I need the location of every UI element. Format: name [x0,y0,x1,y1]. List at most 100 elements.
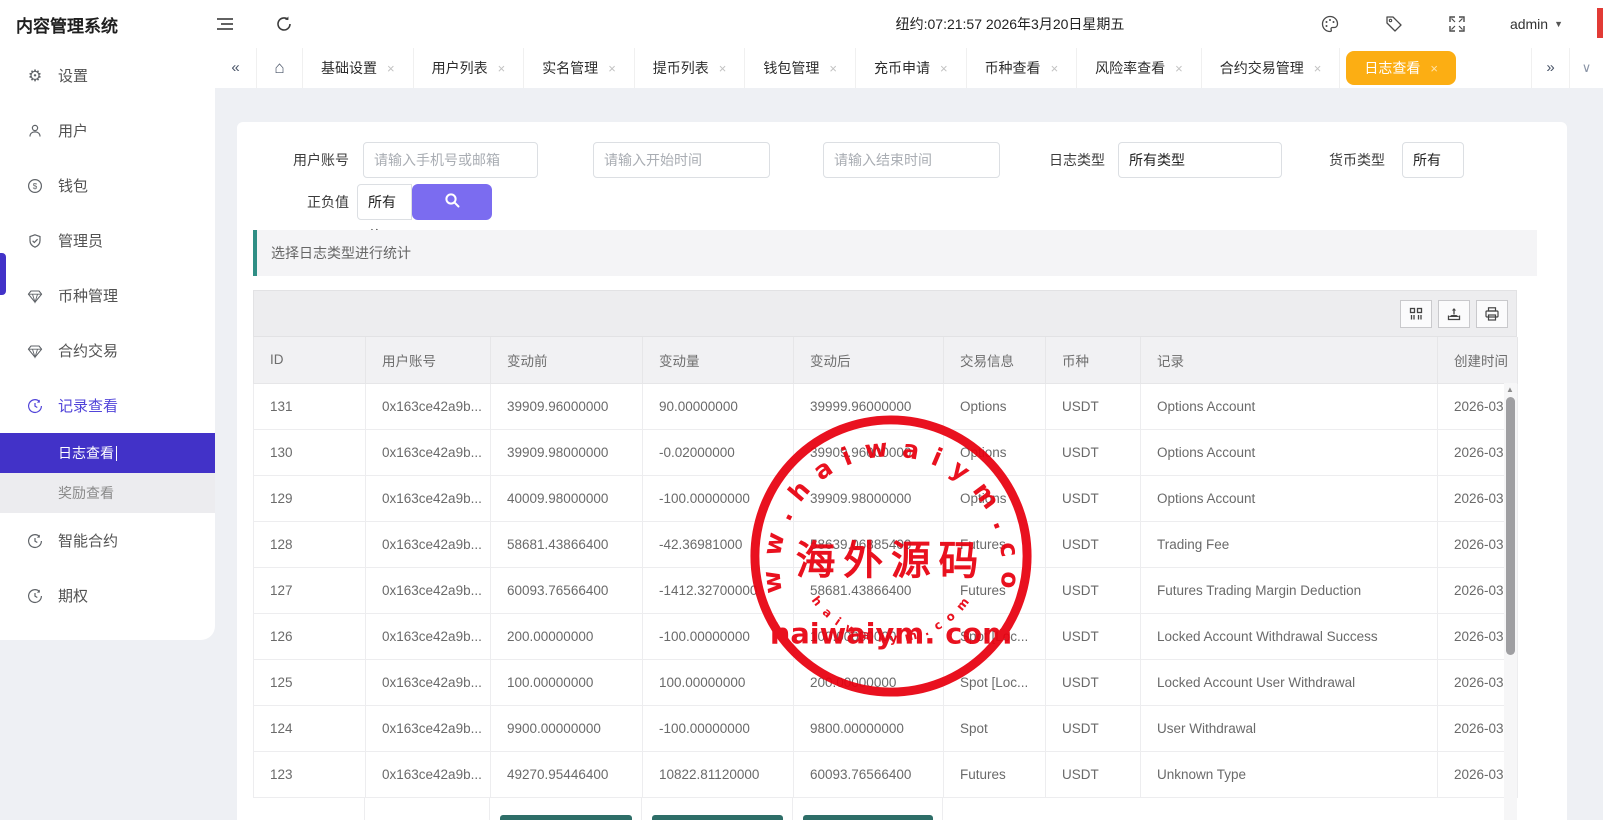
table-cell: -100.00000000 [643,705,794,751]
print-icon[interactable] [1476,300,1508,328]
table-cell: 125 [254,659,366,705]
table-cell: 60093.76566400 [794,751,944,797]
tab-充币申请[interactable]: 充币申请× [856,48,967,88]
table-cell: 100.00000000 [794,613,944,659]
table-cell: 126 [254,613,366,659]
column-header-ID: ID [254,337,366,383]
table-row[interactable]: 1280x163ce42a9b...58681.43866400-42.3698… [254,521,1518,567]
sidebar-item-记录查看[interactable]: 记录查看 [0,378,215,433]
end-time-input[interactable] [823,142,1000,178]
table-scrollbar[interactable]: ▲ [1504,383,1517,820]
currency-type-select[interactable]: 所有 [1402,142,1464,178]
sidebar-item-label: 用户 [58,120,88,141]
sidebar-subitem-奖励查看[interactable]: 奖励查看 [0,473,215,513]
table-head: ID用户账号变动前变动量变动后交易信息币种记录创建时间 [254,337,1518,383]
sidebar-item-钱包[interactable]: $钱包 [0,158,215,213]
tab-close-icon[interactable]: × [1051,61,1059,76]
table-cell: USDT [1046,659,1141,705]
export-icon[interactable] [1438,300,1470,328]
notice-bar: 选择日志类型进行统计 [253,230,1537,276]
tab-close-icon[interactable]: × [1175,61,1183,76]
sidebar-item-设置[interactable]: ⚙设置 [0,48,215,103]
home-tab-icon[interactable]: ⌂ [257,48,303,88]
tag-icon[interactable] [1384,14,1404,34]
table-cell: 58639.06885400 [794,521,944,567]
table-cell: -100.00000000 [643,613,794,659]
sidebar-item-智能合约[interactable]: 智能合约 [0,513,215,568]
table-row[interactable]: 1250x163ce42a9b...100.00000000100.000000… [254,659,1518,705]
tab-用户列表[interactable]: 用户列表× [414,48,525,88]
table-row[interactable]: 1230x163ce42a9b...49270.9544640010822.81… [254,751,1518,797]
tab-close-icon[interactable]: × [498,61,506,76]
table-row[interactable]: 1300x163ce42a9b...39909.98000000-0.02000… [254,429,1518,475]
tab-风险率查看[interactable]: 风险率查看× [1077,48,1202,88]
tab-label: 基础设置 [321,58,377,78]
tab-提币列表[interactable]: 提币列表× [635,48,746,88]
tab-close-icon[interactable]: × [1314,61,1322,76]
tab-label: 实名管理 [542,58,598,78]
tab-close-icon[interactable]: × [387,61,395,76]
tab-日志查看[interactable]: 日志查看× [1346,51,1456,85]
tab-close-icon[interactable]: × [608,61,616,76]
tab-基础设置[interactable]: 基础设置 × [303,48,414,88]
log-type-select[interactable]: 所有类型 [1118,142,1282,178]
tab-close-icon[interactable]: × [719,61,727,76]
sidebar-active-indicator [0,253,6,295]
account-input[interactable] [363,142,538,178]
tab-list: 基础设置×用户列表×实名管理×提币列表×钱包管理×充币申请×币种查看×风险率查看… [303,48,1531,88]
tab-合约交易管理[interactable]: 合约交易管理 × [1202,48,1341,88]
tab-label: 合约交易管理 [1220,58,1304,78]
table-cell: 130 [254,429,366,475]
sidebar-item-label: 钱包 [58,175,88,196]
sidebar-item-币种管理[interactable]: 币种管理 [0,268,215,323]
table-cell: Options [944,475,1046,521]
sidebar-item-label: 币种管理 [58,285,118,306]
columns-grid-icon[interactable] [1400,300,1432,328]
tab-close-icon[interactable]: × [1430,61,1438,76]
table-cell: USDT [1046,475,1141,521]
fullscreen-icon[interactable] [1448,15,1466,33]
chevron-down-icon: ▼ [1554,19,1563,29]
sidebar-item-管理员[interactable]: 管理员 [0,213,215,268]
search-button[interactable] [412,184,492,220]
table-row[interactable]: 1310x163ce42a9b...39909.9600000090.00000… [254,383,1518,429]
sign-select[interactable]: 所有值 [357,184,412,220]
smart-contract-icon [26,532,44,550]
scrollbar-up-icon[interactable]: ▲ [1506,385,1514,394]
tabs-dropdown-icon[interactable]: ∨ [1569,48,1603,88]
tab-close-icon[interactable]: × [829,61,837,76]
table-row[interactable]: 1260x163ce42a9b...200.00000000-100.00000… [254,613,1518,659]
table-cell: 60093.76566400 [491,567,643,613]
table-cell: 0x163ce42a9b... [366,567,491,613]
tab-close-icon[interactable]: × [940,61,948,76]
sidebar-item-label: 设置 [58,65,88,86]
table-row[interactable]: 1270x163ce42a9b...60093.76566400-1412.32… [254,567,1518,613]
column-header-变动后: 变动后 [794,337,944,383]
sidebar-subitem-日志查看[interactable]: 日志查看 [0,433,215,473]
sidebar-item-用户[interactable]: 用户 [0,103,215,158]
tab-钱包管理[interactable]: 钱包管理× [745,48,856,88]
sidebar-item-合约交易[interactable]: 合约交易 [0,323,215,378]
table-cell: 10822.81120000 [643,751,794,797]
sidebar-item-期权[interactable]: 期权 [0,568,215,623]
start-time-input[interactable] [593,142,770,178]
table-cell: Spot [Loc... [944,613,1046,659]
table-cell: 39909.96000000 [794,429,944,475]
menu-collapse-icon[interactable] [215,15,235,33]
tab-币种查看[interactable]: 币种查看× [967,48,1078,88]
table-row[interactable]: 1290x163ce42a9b...40009.98000000-100.000… [254,475,1518,521]
user-name: admin [1510,16,1548,32]
table-cell: 49270.95446400 [491,751,643,797]
table-row[interactable]: 1240x163ce42a9b...9900.00000000-100.0000… [254,705,1518,751]
palette-icon[interactable] [1320,14,1340,34]
tab-实名管理[interactable]: 实名管理 × [524,48,635,88]
sidebar: ⚙设置用户 $钱包管理员币种管理合约交易记录查看日志查看奖励查看智能合约期权 [0,48,215,640]
table-cell: 128 [254,521,366,567]
table-cell: 123 [254,751,366,797]
refresh-icon[interactable] [275,15,293,33]
tabs-scroll-right-icon[interactable]: » [1531,48,1569,88]
user-menu[interactable]: admin ▼ [1510,16,1563,32]
tabs-scroll-left-icon[interactable]: « [215,48,257,88]
table-cell: 200.00000000 [794,659,944,705]
scrollbar-thumb[interactable] [1506,397,1515,655]
